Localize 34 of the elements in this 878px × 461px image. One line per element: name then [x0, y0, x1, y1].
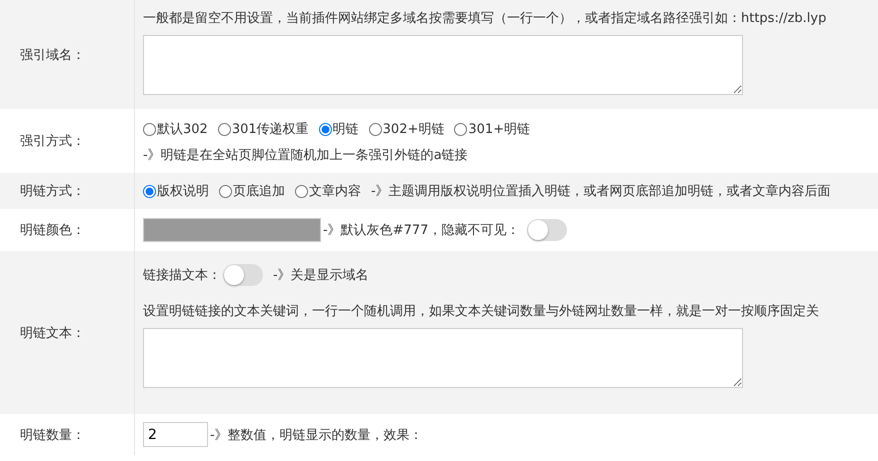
- radio-option[interactable]: 301+明链: [454, 120, 530, 138]
- help-text: 设置明链链接的文本关键词，一行一个随机调用，如果文本关键词数量与外链网址数量一样，就是一对一按顺序固定关: [143, 303, 820, 320]
- radio-button[interactable]: [454, 122, 468, 136]
- help-text: -》关是显示域名: [273, 267, 369, 284]
- radio-button[interactable]: [219, 184, 232, 198]
- radio-button[interactable]: [295, 184, 308, 198]
- radio-button[interactable]: [368, 122, 382, 136]
- field-label: 明链颜色：: [20, 222, 85, 239]
- field-label: 明链数量：: [20, 426, 85, 444]
- radio-option[interactable]: 301传递权重: [218, 120, 309, 138]
- help-text: -》默认灰色#777，隐藏不可见：: [323, 222, 520, 239]
- radio-button[interactable]: [143, 184, 156, 198]
- help-text: -》主题调用版权说明位置插入明链，或者网页底部追加明链，或者文章内容后面: [371, 183, 831, 200]
- help-text: -》整数值，明链显示的数量，效果：: [210, 426, 423, 444]
- help-text: 一般都是留空不用设置，当前插件网站绑定多域名按需要填写（一行一个），或者指定域名路径强引如：https://zb.lyp: [143, 10, 828, 27]
- radio-option[interactable]: 页底追加: [219, 182, 285, 200]
- toggle-switch[interactable]: [527, 219, 568, 241]
- radio-option[interactable]: 明链: [318, 120, 359, 138]
- field-label: 明链文本：: [20, 324, 85, 342]
- radio-option[interactable]: 文章内容: [295, 182, 361, 200]
- radio-button[interactable]: [143, 122, 156, 136]
- field-label: 明链方式：: [20, 183, 85, 200]
- toggle-switch[interactable]: [223, 264, 263, 286]
- radio-option[interactable]: 302+明链: [368, 120, 444, 138]
- color-field[interactable]: [143, 218, 321, 242]
- radio-option[interactable]: 版权说明: [143, 182, 209, 200]
- help-text: -》明链是在全站页脚位置随机加上一条强引外链的a链接: [143, 147, 469, 164]
- radio-button[interactable]: [318, 122, 332, 136]
- radio-option[interactable]: 默认302: [143, 120, 208, 138]
- radio-button[interactable]: [218, 122, 231, 136]
- toggle-label: 链接描文本：: [143, 267, 221, 284]
- number-field[interactable]: 2: [143, 422, 208, 447]
- field-label: 强引方式：: [20, 133, 85, 150]
- field-label: 强引域名：: [20, 46, 85, 64]
